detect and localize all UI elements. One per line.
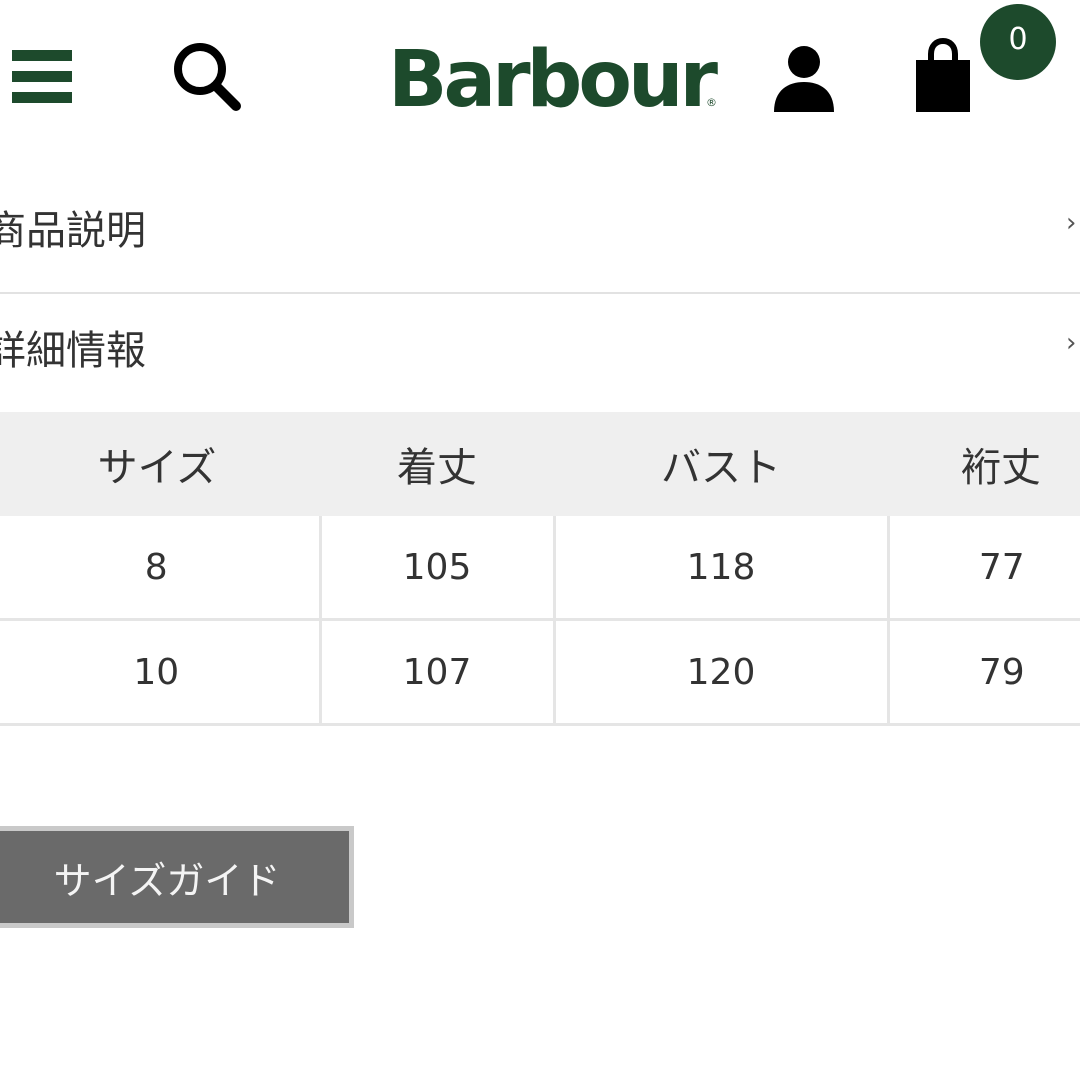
table-cell: 77 [888,516,1080,621]
brand-logo[interactable]: Barbour [388,30,718,130]
site-header: Barbour ® 0 [0,0,1080,150]
column-header: バスト [554,412,888,516]
product-page: Barbour ® 0 商品説明 › 詳細情報 › サイズ 着丈 バスト 裄丈 … [0,0,1080,1080]
chevron-icon: › [1066,328,1077,358]
menu-bar [12,50,72,61]
accordion-label: 商品説明 [0,208,146,254]
size-guide-button[interactable]: サイズガイド [0,826,354,928]
table-cell: 79 [888,619,1080,726]
accordion-label: 詳細情報 [0,328,146,374]
table-header-row: サイズ 着丈 バスト 裄丈 [0,412,1080,516]
account-icon[interactable] [770,44,838,114]
registered-mark: ® [706,96,717,109]
column-header: サイズ [0,412,320,516]
table-cell: 105 [320,516,556,621]
table-cell: 107 [320,619,556,726]
table-cell: 8 [0,516,322,621]
table-row: 10 107 120 79 [0,619,1080,726]
table-cell: 118 [554,516,890,621]
column-header: 着丈 [320,412,554,516]
search-icon[interactable] [168,38,248,116]
menu-bar [12,71,72,82]
cart-count-badge[interactable]: 0 [980,4,1056,80]
size-table: サイズ 着丈 バスト 裄丈 8 105 118 77 10 107 120 79 [0,412,1080,726]
accordion-product-description[interactable]: 商品説明 › [0,172,1080,290]
table-row: 8 105 118 77 [0,516,1080,621]
table-cell: 120 [554,619,890,726]
column-header: 裄丈 [888,412,1080,516]
accordion-details[interactable]: 詳細情報 › [0,292,1080,410]
shopping-bag-icon[interactable] [912,37,974,114]
menu-bar [12,92,72,103]
hamburger-menu-icon[interactable] [12,50,74,104]
table-cell: 10 [0,619,322,726]
chevron-icon: › [1066,208,1077,238]
